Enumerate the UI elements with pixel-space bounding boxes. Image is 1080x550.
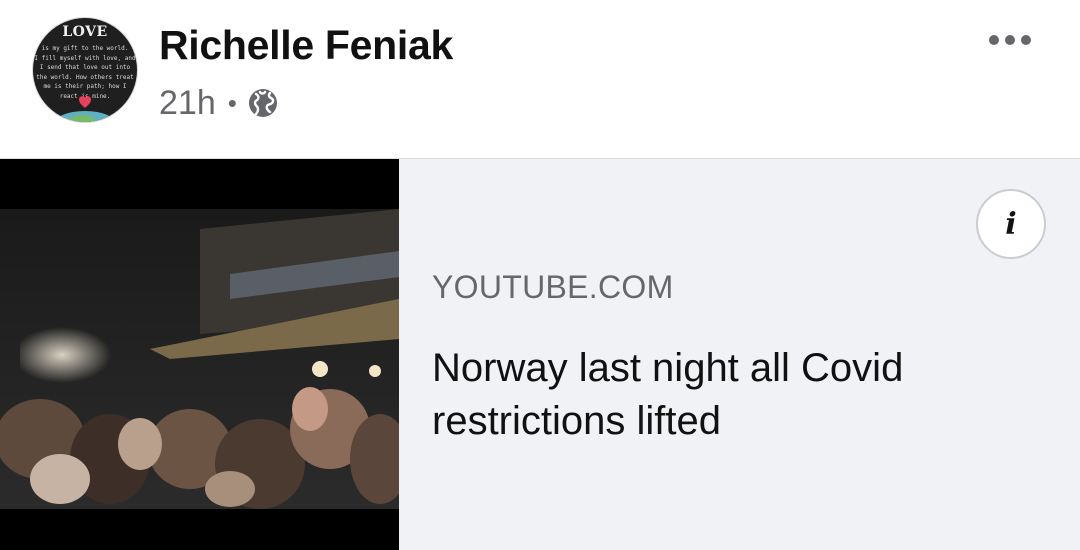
- avatar-text-line: me is their path; how I: [43, 83, 127, 90]
- avatar-text-line: I send that love out into: [39, 64, 131, 71]
- globe-icon[interactable]: [247, 87, 279, 119]
- post-meta: 21h •: [159, 83, 279, 123]
- feed-post: LOVE is my gift to the world. I fill mys…: [0, 0, 1080, 550]
- link-title[interactable]: Norway last night all Covid restrictions…: [432, 342, 1032, 448]
- link-domain: YOUTUBE.COM: [432, 269, 674, 305]
- post-timestamp[interactable]: 21h: [159, 84, 216, 123]
- author-name[interactable]: Richelle Feniak: [159, 22, 453, 69]
- more-dot: [1021, 35, 1031, 45]
- post-header: LOVE is my gift to the world. I fill mys…: [0, 0, 1080, 158]
- link-preview-body[interactable]: i YOUTUBE.COM Norway last night all Covi…: [399, 159, 1080, 550]
- meta-separator: •: [227, 88, 237, 118]
- earth-illustration: [55, 111, 115, 122]
- link-preview-card[interactable]: i YOUTUBE.COM Norway last night all Covi…: [0, 158, 1080, 550]
- info-icon[interactable]: i: [976, 189, 1046, 259]
- more-options-icon[interactable]: [980, 22, 1040, 58]
- avatar[interactable]: LOVE is my gift to the world. I fill mys…: [33, 18, 137, 122]
- more-dot: [989, 35, 999, 45]
- avatar-title: LOVE: [62, 24, 108, 40]
- thumbnail-image: [0, 159, 399, 550]
- avatar-text-line: I fill myself with love, and: [34, 54, 136, 62]
- heart-icon: [79, 96, 91, 108]
- more-dot: [1005, 35, 1015, 45]
- avatar-text-line: the world. How others treat: [36, 73, 134, 81]
- video-thumbnail[interactable]: [0, 159, 399, 550]
- avatar-text-line: is my gift to the world.: [41, 45, 129, 52]
